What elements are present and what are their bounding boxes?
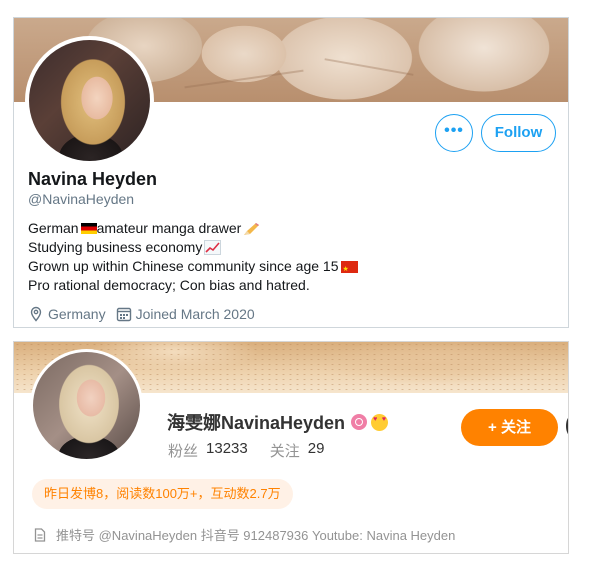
following-count[interactable]: 29	[308, 440, 325, 461]
bio-text: Grown up within Chinese community since …	[28, 258, 339, 274]
member-badge-icon[interactable]	[351, 414, 368, 430]
document-icon	[34, 527, 46, 542]
profile-meta: Germany Joined March 2020	[28, 306, 265, 322]
bio-line-2: Studying business economy	[28, 238, 358, 257]
pencil-icon	[244, 222, 260, 235]
more-options-icon[interactable]	[566, 416, 568, 436]
weibo-follow-button[interactable]: + 关注	[461, 409, 558, 446]
bio-text: Pro rational democracy; Con bias and hat…	[28, 277, 310, 293]
heart-eyes-emoji-icon	[371, 413, 389, 431]
intro-text: 推特号 @NavinaHeyden 抖音号 912487936 Youtube:…	[56, 528, 456, 543]
more-options-button[interactable]: •••	[435, 114, 473, 152]
profile-location: Germany	[28, 306, 106, 322]
follow-button[interactable]: Follow	[481, 114, 556, 152]
bio-text: Studying business economy	[28, 239, 203, 255]
weibo-avatar[interactable]	[30, 349, 143, 462]
bio-line-4: Pro rational democracy; Con bias and hat…	[28, 276, 358, 295]
weibo-profile-intro: 推特号 @NavinaHeyden 抖音号 912487936 Youtube:…	[34, 525, 455, 544]
china-flag-icon	[340, 260, 358, 279]
weibo-stats: 粉丝 13233 关注 29	[168, 440, 346, 461]
activity-summary-badge: 昨日发博8，阅读数100万+，互动数2.7万	[32, 479, 293, 509]
chart-increasing-icon	[204, 240, 222, 255]
germany-flag-icon	[80, 223, 97, 234]
fans-count[interactable]: 13233	[206, 440, 248, 461]
profile-display-name: Navina Heyden	[28, 169, 158, 189]
avatar-photo	[29, 40, 150, 161]
profile-handle: @NavinaHeyden	[28, 191, 135, 207]
bio-text: amateur manga drawer	[96, 220, 242, 236]
twitter-profile-card: ••• Follow Navina Heyden @NavinaHeyden G…	[13, 17, 569, 328]
following-label[interactable]: 关注	[270, 440, 300, 461]
weibo-name-text: 海雯娜NavinaHeyden	[167, 413, 346, 433]
more-icon: •••	[444, 122, 464, 139]
profile-bio: German amateur manga drawer Studying bus…	[28, 219, 358, 295]
weibo-display-name: 海雯娜NavinaHeyden	[167, 409, 389, 435]
weibo-profile-card: 海雯娜NavinaHeyden 粉丝 13233 关注 29 + 关注 昨日发博…	[13, 341, 569, 554]
avatar-photo	[33, 352, 140, 459]
fans-label[interactable]: 粉丝	[168, 440, 198, 461]
bio-line-3: Grown up within Chinese community since …	[28, 257, 358, 279]
twitter-avatar[interactable]	[25, 36, 154, 165]
profile-join-date: Joined March 2020	[116, 306, 255, 322]
joined-text: Joined March 2020	[135, 306, 255, 322]
bio-line-1: German amateur manga drawer	[28, 219, 358, 238]
bio-text: German	[28, 220, 79, 236]
calendar-icon	[116, 307, 131, 322]
location-pin-icon	[30, 306, 42, 322]
location-text: Germany	[48, 306, 106, 322]
